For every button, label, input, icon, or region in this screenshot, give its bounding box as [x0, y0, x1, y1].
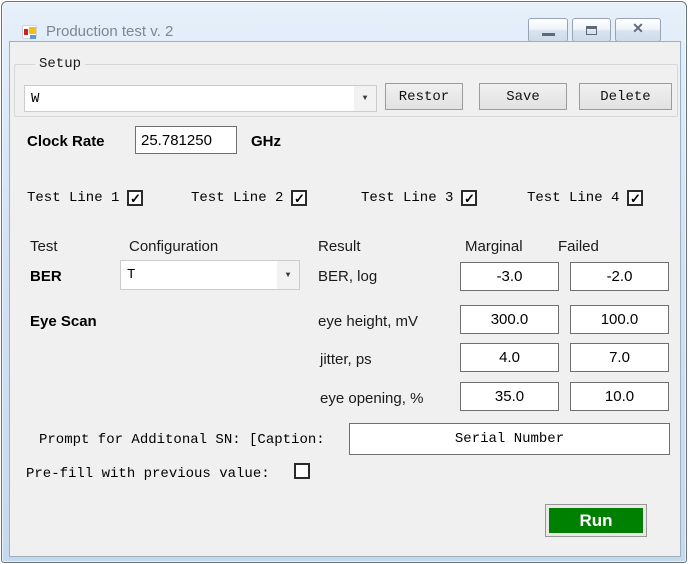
setup-preset-combobox[interactable]: W ▼ — [24, 85, 377, 112]
setup-preset-value: W — [25, 91, 354, 107]
save-button[interactable]: Save — [479, 83, 567, 110]
test-line-2-label: Test Line 2 — [191, 190, 283, 206]
test-line-3: Test Line 3 ✓ — [361, 190, 477, 206]
eye-height-failed-input[interactable] — [570, 305, 669, 334]
ber-config-value: T — [121, 267, 277, 283]
app-icon — [22, 24, 38, 40]
test-line-2: Test Line 2 ✓ — [191, 190, 307, 206]
restore-button[interactable]: Restor — [385, 83, 463, 110]
header-failed: Failed — [558, 238, 599, 255]
test-line-4-label: Test Line 4 — [527, 190, 619, 206]
eye-height-label: eye height, mV — [318, 313, 418, 330]
sn-caption-input[interactable] — [349, 423, 670, 455]
test-line-3-checkbox[interactable]: ✓ — [461, 190, 477, 206]
clock-rate-unit: GHz — [251, 133, 281, 150]
prompt-sn-label: Prompt for Additonal SN: [Caption: — [39, 432, 325, 448]
run-button-label: Run — [549, 508, 643, 533]
minimize-button[interactable] — [528, 18, 568, 42]
clock-rate-input[interactable] — [135, 126, 237, 154]
chevron-down-icon: ▼ — [363, 94, 368, 103]
eye-scan-test-name: Eye Scan — [30, 313, 97, 330]
header-test: Test — [30, 238, 58, 255]
maximize-button[interactable] — [572, 18, 611, 42]
setup-combobox-dropdown[interactable]: ▼ — [354, 86, 376, 111]
eye-opening-failed-input[interactable] — [570, 382, 669, 411]
prefill-checkbox[interactable] — [294, 463, 310, 479]
header-marginal: Marginal — [465, 238, 523, 255]
eye-opening-label: eye opening, % — [320, 390, 423, 407]
jitter-marginal-input[interactable] — [460, 343, 559, 372]
prefill-label: Pre-fill with previous value: — [26, 466, 270, 482]
ber-test-name: BER — [30, 268, 62, 285]
ber-config-combobox[interactable]: T ▼ — [120, 260, 300, 290]
eye-height-marginal-input[interactable] — [460, 305, 559, 334]
header-result: Result — [318, 238, 361, 255]
test-line-4: Test Line 4 ✓ — [527, 190, 643, 206]
test-line-1-checkbox[interactable]: ✓ — [127, 190, 143, 206]
clock-rate-label: Clock Rate — [27, 133, 105, 150]
maximize-icon — [586, 26, 597, 35]
test-line-1-label: Test Line 1 — [27, 190, 119, 206]
test-line-1: Test Line 1 ✓ — [27, 190, 143, 206]
delete-button[interactable]: Delete — [579, 83, 672, 110]
app-window: Production test v. 2 ✕ Setup W ▼ Restor … — [1, 1, 687, 563]
title-bar[interactable]: Production test v. 2 ✕ — [2, 2, 686, 41]
ber-combobox-dropdown[interactable]: ▼ — [277, 261, 299, 289]
ber-marginal-input[interactable] — [460, 262, 559, 291]
window-title: Production test v. 2 — [46, 23, 173, 40]
test-line-3-label: Test Line 3 — [361, 190, 453, 206]
eye-opening-marginal-input[interactable] — [460, 382, 559, 411]
jitter-failed-input[interactable] — [570, 343, 669, 372]
run-button[interactable]: Run — [545, 504, 647, 537]
chevron-down-icon: ▼ — [286, 271, 291, 280]
test-line-4-checkbox[interactable]: ✓ — [627, 190, 643, 206]
client-area: Setup W ▼ Restor Save Delete Clock Rate … — [9, 41, 681, 557]
header-configuration: Configuration — [129, 238, 218, 255]
close-icon: ✕ — [632, 23, 644, 37]
close-button[interactable]: ✕ — [615, 18, 661, 42]
setup-group-label: Setup — [35, 56, 85, 72]
test-line-2-checkbox[interactable]: ✓ — [291, 190, 307, 206]
ber-result-label: BER, log — [318, 268, 377, 285]
minimize-icon — [542, 33, 555, 36]
jitter-label: jitter, ps — [320, 351, 372, 368]
ber-failed-input[interactable] — [570, 262, 669, 291]
